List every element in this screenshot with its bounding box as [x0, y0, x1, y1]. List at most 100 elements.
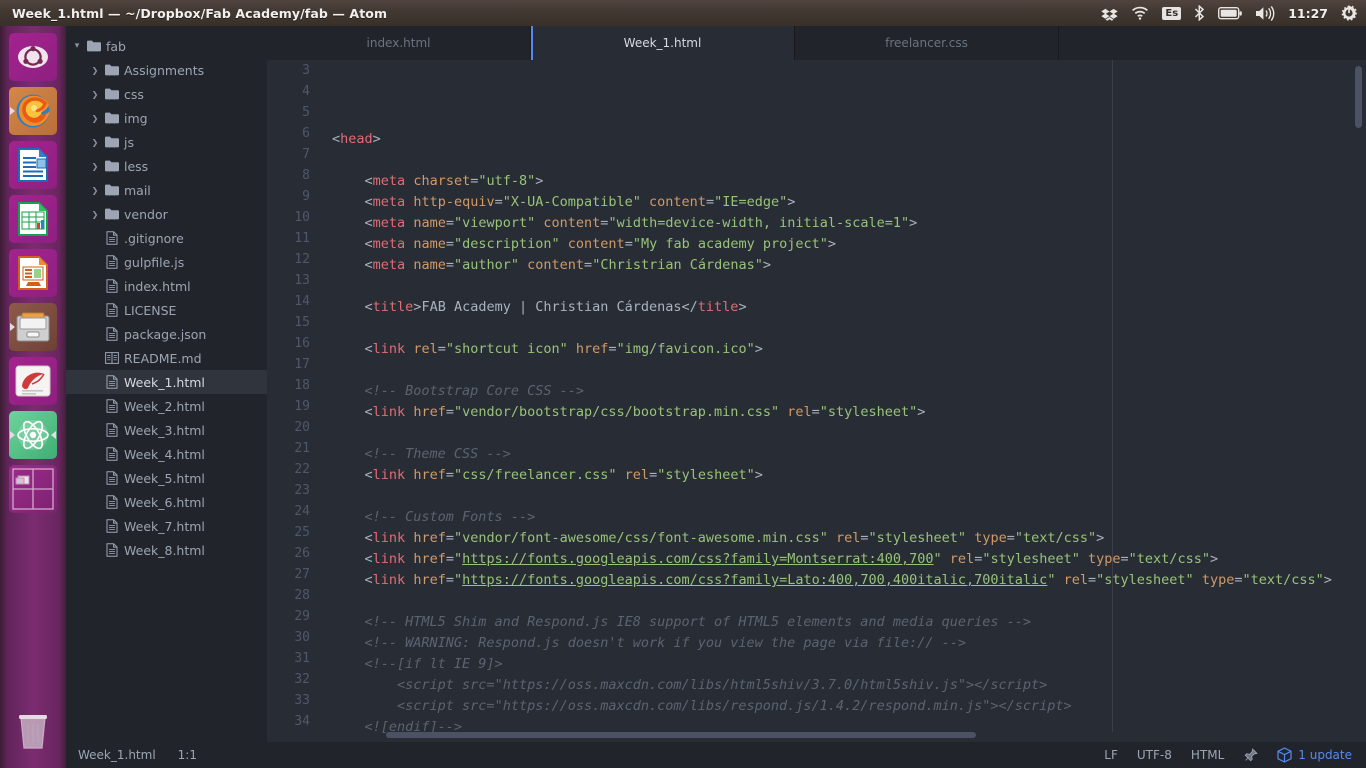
code-line[interactable]: <link href="vendor/font-awesome/css/font… [321, 528, 1366, 549]
tree-file-readme-md[interactable]: README.md [66, 346, 267, 370]
code-line[interactable]: <meta name="author" content="Christrian … [321, 255, 1366, 276]
tree-file-gulpfile-js[interactable]: gulpfile.js [66, 250, 267, 274]
code-line[interactable]: <link href="css/freelancer.css" rel="sty… [321, 465, 1366, 486]
tree-file-license[interactable]: LICENSE [66, 298, 267, 322]
power-gear-icon[interactable] [1341, 5, 1357, 21]
tree-folder-css[interactable]: ❯css [66, 82, 267, 106]
vertical-scrollbar[interactable] [1355, 66, 1362, 128]
chevron-down-icon[interactable]: ▾ [70, 41, 84, 51]
tree-file-index-html[interactable]: index.html [66, 274, 267, 298]
status-file-name[interactable]: Week_1.html [78, 748, 156, 762]
bluetooth-icon[interactable] [1194, 5, 1205, 21]
horizontal-scrollbar[interactable] [386, 732, 976, 738]
chevron-right-icon[interactable]: ❯ [88, 66, 102, 75]
code-line[interactable] [321, 591, 1366, 612]
launcher-item-software-center[interactable] [9, 357, 57, 405]
code-line[interactable]: <meta name="description" content="My fab… [321, 234, 1366, 255]
code-line[interactable]: <link href="vendor/bootstrap/css/bootstr… [321, 402, 1366, 423]
tree-file-week-2-html[interactable]: Week_2.html [66, 394, 267, 418]
keyboard-layout-indicator[interactable]: Es [1162, 7, 1181, 20]
tree-file-week-1-html[interactable]: Week_1.html [66, 370, 267, 394]
folder-icon [102, 64, 121, 76]
chevron-right-icon[interactable]: ❯ [88, 162, 102, 171]
code-line[interactable] [321, 360, 1366, 381]
code-line[interactable]: <!-- Theme CSS --> [321, 444, 1366, 465]
tree-file-package-json[interactable]: package.json [66, 322, 267, 346]
code-token-tx [332, 194, 365, 210]
code-line[interactable]: <script src="https://oss.maxcdn.com/libs… [321, 696, 1366, 717]
code-line[interactable]: <!-- WARNING: Respond.js doesn't work if… [321, 633, 1366, 654]
chevron-right-icon[interactable]: ❯ [88, 114, 102, 123]
updates-indicator[interactable]: 1 update [1277, 747, 1352, 763]
code-content[interactable]: <head> <meta charset="utf-8"> <meta http… [321, 60, 1366, 742]
launcher-item-workspace-switcher[interactable] [9, 465, 57, 513]
tab-index-html[interactable]: index.html [267, 26, 531, 60]
volume-icon[interactable] [1255, 6, 1275, 21]
code-line[interactable]: <!-- Bootstrap Core CSS --> [321, 381, 1366, 402]
status-line-ending[interactable]: LF [1104, 748, 1118, 762]
tab-freelancer-css[interactable]: freelancer.css [795, 26, 1059, 60]
tree-folder-mail[interactable]: ❯mail [66, 178, 267, 202]
code-token-at: rel [950, 551, 974, 567]
status-encoding[interactable]: UTF-8 [1137, 748, 1172, 762]
tab-bar[interactable]: index.html Week_1.html freelancer.css [267, 26, 1366, 60]
code-line[interactable]: <link href="https://fonts.googleapis.com… [321, 570, 1366, 591]
launcher-item-libreoffice-impress[interactable] [9, 249, 57, 297]
code-line[interactable] [321, 150, 1366, 171]
tree-root-fab[interactable]: ▾ fab [66, 34, 267, 58]
code-token-st: "img/favicon.ico" [617, 341, 755, 357]
code-line[interactable]: <meta http-equiv="X-UA-Compatible" conte… [321, 192, 1366, 213]
chevron-right-icon[interactable]: ❯ [88, 186, 102, 195]
tree-folder-less[interactable]: ❯less [66, 154, 267, 178]
tree-file-week-3-html[interactable]: Week_3.html [66, 418, 267, 442]
line-number: 34 [267, 711, 310, 732]
code-line[interactable]: <!-- Custom Fonts --> [321, 507, 1366, 528]
launcher-item-firefox[interactable] [9, 87, 57, 135]
code-line[interactable]: <title>FAB Academy | Christian Cárdenas<… [321, 297, 1366, 318]
launcher-item-trash[interactable] [9, 706, 57, 754]
launcher-item-libreoffice-writer[interactable] [9, 141, 57, 189]
tree-file-week-7-html[interactable]: Week_7.html [66, 514, 267, 538]
clock[interactable]: 11:27 [1288, 6, 1328, 21]
code-line[interactable]: <link rel="shortcut icon" href="img/favi… [321, 339, 1366, 360]
wifi-icon[interactable] [1131, 6, 1149, 20]
text-editor[interactable]: 3456789101112131415161718192021222324252… [267, 60, 1366, 742]
chevron-right-icon[interactable]: ❯ [88, 210, 102, 219]
line-number: 7 [267, 144, 310, 165]
tree-view[interactable]: ▾ fab ❯Assignments❯css❯img❯js❯less❯mail❯… [66, 26, 267, 742]
status-grammar[interactable]: HTML [1191, 748, 1224, 762]
code-line[interactable]: <link href="https://fonts.googleapis.com… [321, 549, 1366, 570]
code-line[interactable]: <script src="https://oss.maxcdn.com/libs… [321, 675, 1366, 696]
code-line[interactable]: <meta name="viewport" content="width=dev… [321, 213, 1366, 234]
tab-week-1-html[interactable]: Week_1.html [531, 26, 795, 60]
tree-file-week-4-html[interactable]: Week_4.html [66, 442, 267, 466]
launcher-item-atom[interactable] [9, 411, 57, 459]
code-line[interactable] [321, 486, 1366, 507]
code-line[interactable]: <!--[if lt IE 9]> [321, 654, 1366, 675]
launcher-item-libreoffice-calc[interactable] [9, 195, 57, 243]
tree-folder-vendor[interactable]: ❯vendor [66, 202, 267, 226]
battery-icon[interactable] [1218, 7, 1242, 20]
chevron-right-icon[interactable]: ❯ [88, 90, 102, 99]
code-token-tg: title [373, 299, 414, 315]
tree-file-week-5-html[interactable]: Week_5.html [66, 466, 267, 490]
code-line[interactable] [321, 318, 1366, 339]
tree-folder-img[interactable]: ❯img [66, 106, 267, 130]
dropbox-icon[interactable] [1101, 5, 1118, 21]
code-line[interactable] [321, 276, 1366, 297]
chevron-right-icon[interactable]: ❯ [88, 138, 102, 147]
code-line[interactable] [321, 108, 1366, 129]
tree-file-week-8-html[interactable]: Week_8.html [66, 538, 267, 562]
code-line[interactable] [321, 423, 1366, 444]
tree-file-gitignore[interactable]: .gitignore [66, 226, 267, 250]
pin-icon[interactable] [1243, 748, 1258, 763]
tree-file-week-6-html[interactable]: Week_6.html [66, 490, 267, 514]
code-line[interactable]: <!-- HTML5 Shim and Respond.js IE8 suppo… [321, 612, 1366, 633]
tree-folder-js[interactable]: ❯js [66, 130, 267, 154]
code-line[interactable]: <head> [321, 129, 1366, 150]
tree-folder-assignments[interactable]: ❯Assignments [66, 58, 267, 82]
launcher-item-ubuntu-dash[interactable] [9, 33, 57, 81]
launcher-item-files[interactable] [9, 303, 57, 351]
status-cursor-position[interactable]: 1:1 [178, 748, 197, 762]
code-line[interactable]: <meta charset="utf-8"> [321, 171, 1366, 192]
